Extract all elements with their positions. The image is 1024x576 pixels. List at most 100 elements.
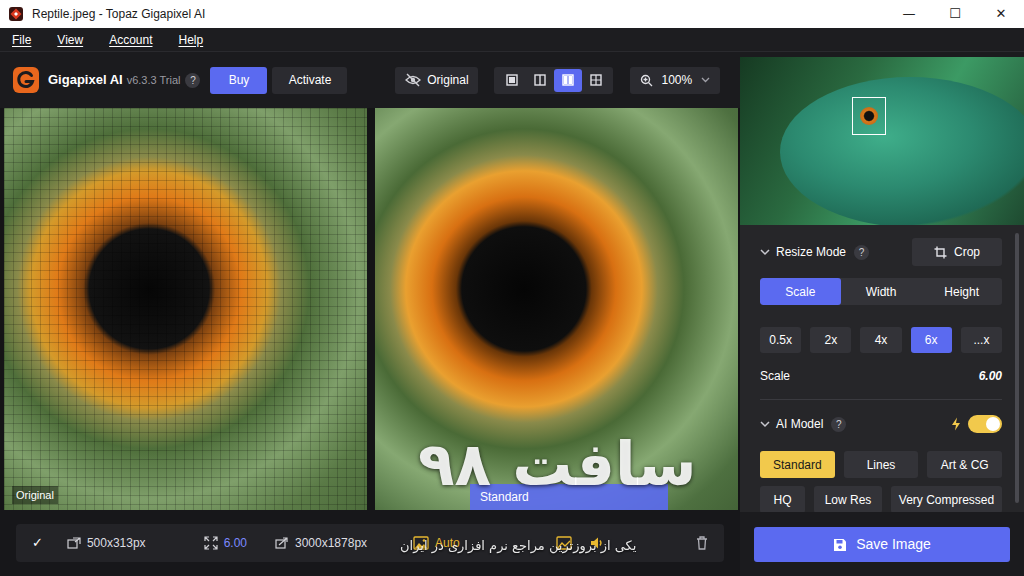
app-version: v6.3.3 Trial xyxy=(127,72,181,89)
workspace: Gigapixel AIv6.3.3 Trial? BuyActivate Orig… xyxy=(0,52,740,576)
view-mode-button[interactable] xyxy=(554,69,582,92)
scale-preset-button[interactable]: 0.5x xyxy=(760,327,801,353)
model-row: Standard Lines Art & CG xyxy=(760,451,1002,478)
view-mode-group xyxy=(494,67,613,94)
resize-tab[interactable]: Height xyxy=(921,278,1002,305)
input-size-value: 500x313px xyxy=(87,534,146,552)
watermark-brand: سافت ۹۸ xyxy=(418,428,696,500)
ai-model-header: AI Model? xyxy=(760,410,1002,438)
sound-icon xyxy=(590,536,604,550)
resize-tab[interactable]: Width xyxy=(841,278,922,305)
help-button[interactable]: ? xyxy=(185,73,200,88)
done-indicator: ✓ xyxy=(32,533,43,553)
close-button[interactable]: ✕ xyxy=(978,0,1024,28)
view-mode-button[interactable] xyxy=(526,69,554,92)
original-label: Original xyxy=(12,486,58,505)
output-size-icon xyxy=(275,537,289,549)
status-bar: ✓ 500x313px 6.00 3000x1878px Auto xyxy=(16,524,724,562)
input-size: 500x313px xyxy=(67,534,146,552)
image-icon xyxy=(556,536,572,550)
side-by-side-icon xyxy=(562,74,574,86)
chevron-down-icon[interactable] xyxy=(760,249,770,256)
save-label: Save Image xyxy=(856,534,931,555)
settings-panel: Resize Mode?CropScaleWidthHeight0.5x2x4x… xyxy=(740,225,1024,512)
preview-area: Original Standard xyxy=(0,108,740,510)
help-button[interactable]: ? xyxy=(831,417,846,432)
view-mode-button[interactable] xyxy=(582,69,610,92)
section-title: Resize Mode xyxy=(776,243,846,261)
chevron-down-icon xyxy=(701,77,710,83)
original-label: Original xyxy=(427,71,468,89)
navigator-frame[interactable] xyxy=(852,97,886,135)
save-image-button[interactable]: Save Image xyxy=(754,527,1010,562)
eye-dot xyxy=(860,107,878,125)
ai-model-button[interactable]: Standard xyxy=(760,451,835,478)
chevron-down-icon[interactable] xyxy=(760,421,770,428)
title-bar: Reptile.jpeg - Topaz Gigapixel AI —☐✕ xyxy=(0,0,1024,28)
auto-button[interactable]: Auto xyxy=(413,534,460,552)
eye-slash-icon xyxy=(405,73,421,87)
output-size-value: 3000x1878px xyxy=(295,534,367,552)
crop-label: Crop xyxy=(954,243,980,261)
auto-label: Auto xyxy=(435,534,460,552)
quad-view-icon xyxy=(590,74,602,86)
auto-image-icon xyxy=(413,536,429,550)
menu-item[interactable]: View xyxy=(57,31,83,49)
activate-button[interactable]: Activate xyxy=(272,67,347,94)
scale-preset-button[interactable]: 4x xyxy=(860,327,901,353)
scale-input[interactable]: 6.00 xyxy=(979,367,1002,385)
scale-preset-button[interactable]: ...x xyxy=(961,327,1002,353)
split-view-icon xyxy=(534,74,546,86)
save-icon xyxy=(833,538,847,552)
pixel-grid xyxy=(4,108,367,510)
scale-label: Scale xyxy=(760,367,790,385)
auto-toggle-group xyxy=(951,415,1002,433)
input-size-icon xyxy=(67,537,81,549)
app-name: Gigapixel AI xyxy=(48,70,123,90)
navigator-thumbnail[interactable] xyxy=(740,57,1024,225)
scale-value: 6.00 xyxy=(224,534,247,552)
menu-item[interactable]: File xyxy=(12,31,31,49)
menu-bar: File View Account Help xyxy=(0,28,1024,52)
scale-icon xyxy=(204,536,218,550)
section-title: AI Model xyxy=(776,415,823,433)
crop-button[interactable]: Crop xyxy=(912,238,1002,266)
scale-row: Scale 6.00 xyxy=(760,367,1002,385)
auto-toggle[interactable] xyxy=(968,415,1002,433)
buy-button[interactable]: Buy xyxy=(210,67,267,94)
ai-model-button[interactable]: Very Compressed xyxy=(891,486,1002,512)
resize-tabs: ScaleWidthHeight xyxy=(760,278,1002,305)
maximize-button[interactable]: ☐ xyxy=(932,0,978,28)
ai-model-button[interactable]: Lines xyxy=(844,451,919,478)
menu-item[interactable]: Help xyxy=(179,31,204,49)
zoom-icon xyxy=(640,74,653,87)
original-button[interactable]: Original xyxy=(395,67,478,94)
model-row: HQ Low Res Very Compressed xyxy=(760,486,1002,512)
lightning-icon xyxy=(951,417,961,431)
enhanced-image: Standard xyxy=(375,108,738,510)
resize-tab[interactable]: Scale xyxy=(760,278,841,305)
panel-footer: Save Image xyxy=(740,512,1024,576)
resize-mode-header: Resize Mode? Crop xyxy=(760,238,1002,266)
help-button[interactable]: ? xyxy=(854,245,869,260)
window-title: Reptile.jpeg - Topaz Gigapixel AI xyxy=(32,5,205,23)
divider xyxy=(760,399,1002,400)
window-controls: —☐✕ xyxy=(886,0,1024,28)
toolbar: Gigapixel AIv6.3.3 Trial? BuyActivate Orig… xyxy=(0,52,740,108)
scale-preset-button[interactable]: 2x xyxy=(810,327,851,353)
menu-item[interactable]: Account xyxy=(109,31,152,49)
scale-preset-button[interactable]: 6x xyxy=(911,327,952,353)
output-size: 3000x1878px xyxy=(275,534,367,552)
ai-model-button[interactable]: HQ xyxy=(760,486,805,512)
model-label: Standard xyxy=(470,484,668,510)
side-panel: Resize Mode?CropScaleWidthHeight0.5x2x4x… xyxy=(740,52,1024,576)
minimize-button[interactable]: — xyxy=(886,0,932,28)
view-mode-button[interactable] xyxy=(498,69,526,92)
scrollbar[interactable] xyxy=(1015,233,1019,503)
ai-model-button[interactable]: Art & CG xyxy=(927,451,1002,478)
zoom-dropdown[interactable]: 100% xyxy=(630,67,720,94)
single-view-icon xyxy=(506,74,518,86)
trash-icon xyxy=(696,536,708,550)
ai-model-button[interactable]: Low Res xyxy=(814,486,882,512)
scale-readout: 6.00 xyxy=(204,534,247,552)
